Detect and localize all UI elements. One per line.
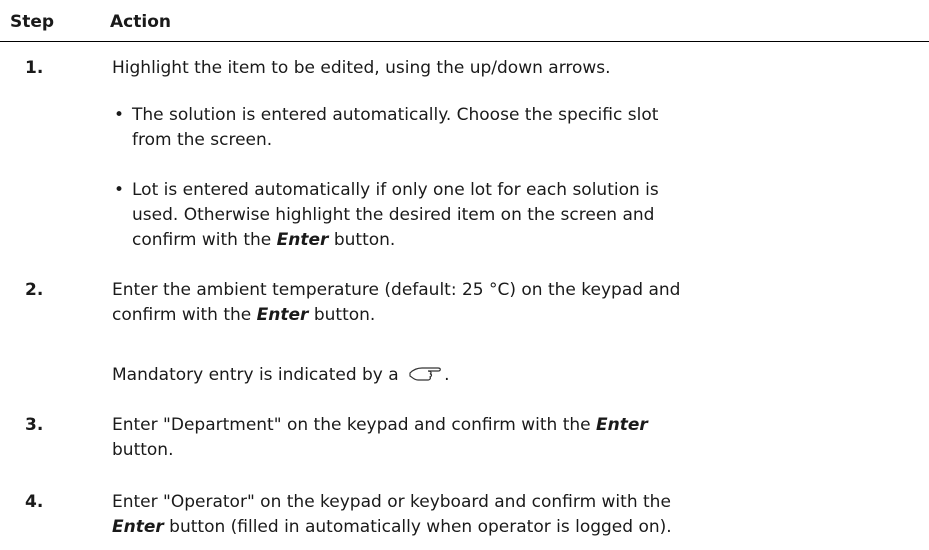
step-text: Enter "Operator" on the keypad or keyboa… [112, 490, 912, 540]
step-number: 4. [25, 492, 44, 512]
step-number: 2. [25, 280, 44, 300]
mandatory-note: Mandatory entry is indicated by a . [112, 363, 912, 390]
text-fragment: . [444, 365, 450, 385]
bullet-dot-icon: • [114, 180, 125, 200]
step-text: Enter "Department" on the keypad and con… [112, 413, 912, 463]
step-line: button. [112, 440, 174, 460]
text-fragment: button. [308, 305, 376, 325]
bullet-line: from the screen. [132, 130, 273, 150]
enter-button-label: Enter [112, 517, 164, 537]
step-line: Enter button (filled in automatically wh… [112, 515, 912, 540]
step-number: 1. [25, 58, 44, 78]
text-fragment: confirm with the [112, 305, 257, 325]
text-fragment: button (filled in automatically when ope… [163, 517, 672, 537]
step-line: Enter "Department" on the keypad and con… [112, 413, 912, 438]
bullet-line: Lot is entered automatically if only one… [132, 180, 659, 200]
pointing-hand-icon [408, 364, 444, 390]
bullet-dot-icon: • [114, 105, 125, 125]
text-fragment: Mandatory entry is indicated by a [112, 365, 405, 385]
header-action: Action [110, 12, 171, 32]
bullet-line: used. Otherwise highlight the desired it… [132, 205, 655, 225]
step-line: confirm with the Enter button. [112, 303, 912, 328]
text-fragment: confirm with the [132, 230, 277, 250]
enter-button-label: Enter [596, 415, 648, 435]
step-number: 3. [25, 415, 44, 435]
step-text: Enter the ambient temperature (default: … [112, 278, 912, 328]
text-fragment: button. [328, 230, 396, 250]
bullet-line: confirm with the Enter button. [132, 228, 912, 253]
bullet-line: The solution is entered automatically. C… [132, 105, 659, 125]
step-line: Enter the ambient temperature (default: … [112, 280, 681, 300]
header-step: Step [10, 12, 55, 32]
enter-button-label: Enter [256, 305, 309, 325]
step-text: Highlight the item to be edited, using t… [112, 58, 611, 78]
step-line: Enter "Operator" on the keypad or keyboa… [112, 492, 671, 512]
table-header: Step Action [0, 0, 929, 42]
text-fragment: Enter "Department" on the keypad and con… [112, 415, 597, 435]
enter-button-label: Enter [276, 230, 329, 250]
